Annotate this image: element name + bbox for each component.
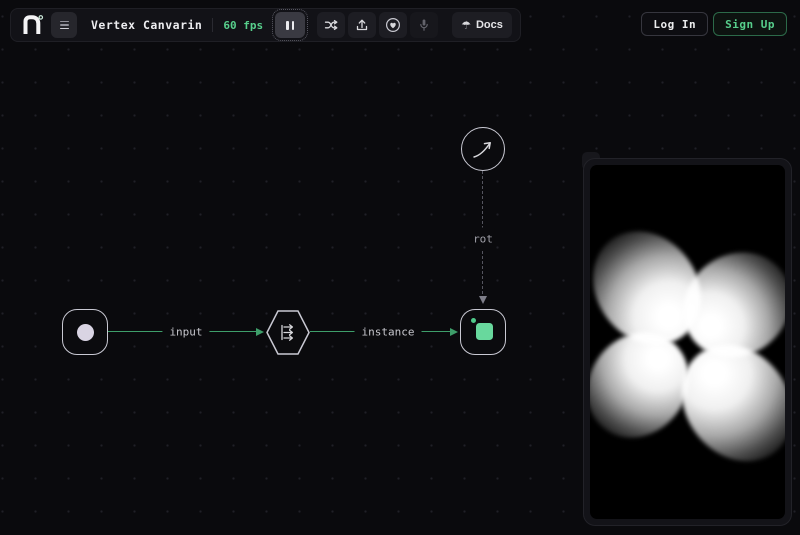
- pause-button[interactable]: [272, 9, 309, 41]
- shuffle-icon: [324, 19, 338, 31]
- edge-instance-arrowhead: [450, 327, 458, 336]
- shuffle-button[interactable]: [317, 12, 346, 38]
- login-button[interactable]: Log In: [641, 12, 709, 36]
- umbrella-icon: ☂: [461, 18, 471, 32]
- instancer-node[interactable]: [265, 309, 311, 356]
- app-title: Vertex Canvarin: [91, 18, 203, 32]
- edge-input-arrowhead: [256, 327, 264, 336]
- edge-instance-label: instance: [354, 324, 422, 340]
- export-button[interactable]: [348, 12, 377, 38]
- microphone-button[interactable]: [410, 12, 439, 38]
- render-viewport: [590, 165, 785, 519]
- toolbar-icon-group: [317, 12, 439, 38]
- multi-arrows-icon: [281, 324, 294, 341]
- fps-counter: 60 fps: [223, 18, 264, 32]
- menu-button[interactable]: [51, 12, 77, 38]
- toolbar: Vertex Canvarin 60 fps ☂ Docs: [10, 8, 521, 42]
- output-node-square-icon: [476, 323, 493, 340]
- pause-icon: [286, 20, 289, 30]
- edge-rot-label: rot: [472, 227, 494, 251]
- heart-circle-icon: [386, 17, 401, 33]
- rotate-arrow-icon: [473, 141, 491, 158]
- edge-input-label: input: [162, 324, 210, 340]
- signup-button[interactable]: Sign Up: [713, 12, 787, 36]
- menu-icon: [59, 20, 69, 23]
- upload-icon: [356, 19, 368, 31]
- docs-button[interactable]: ☂ Docs: [452, 12, 512, 38]
- docs-label: Docs: [475, 19, 503, 31]
- source-node-dot-icon: [76, 323, 94, 341]
- output-node[interactable]: [460, 309, 506, 355]
- app-logo-icon[interactable]: [19, 12, 45, 38]
- edge-rot-arrowhead: [478, 296, 487, 304]
- sponsor-button[interactable]: [379, 12, 408, 38]
- auth-buttons: Log In Sign Up: [641, 12, 787, 36]
- source-node[interactable]: [62, 309, 108, 355]
- microphone-icon: [420, 19, 428, 31]
- toolbar-divider: [212, 18, 214, 32]
- render-preview-panel[interactable]: [583, 158, 792, 526]
- output-node-dot-icon: [471, 318, 476, 323]
- rotation-node[interactable]: [461, 127, 505, 171]
- node-editor-canvas[interactable]: Vertex Canvarin 60 fps ☂ Docs Log In Sig…: [0, 0, 800, 535]
